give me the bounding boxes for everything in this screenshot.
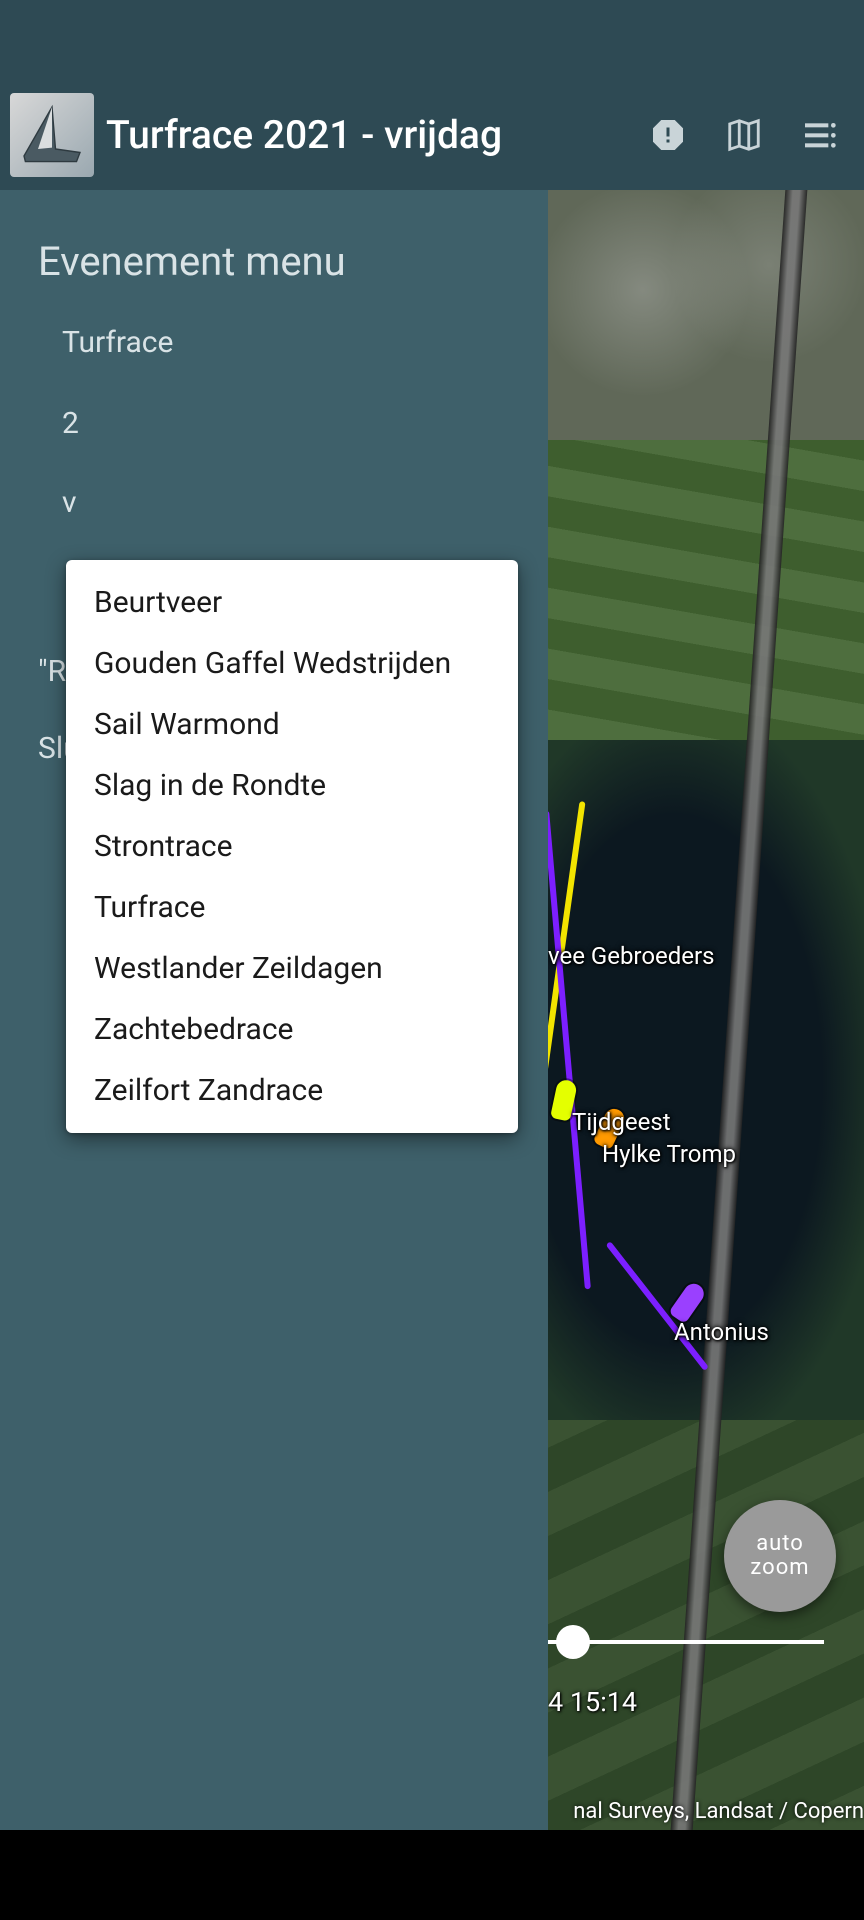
dropdown-item[interactable]: Strontrace bbox=[66, 816, 518, 877]
map-terrain bbox=[548, 190, 864, 440]
alert-octagon-icon bbox=[650, 117, 686, 153]
map-icon bbox=[725, 116, 763, 154]
status-bar bbox=[0, 0, 864, 80]
menu-button[interactable] bbox=[800, 115, 840, 155]
time-slider[interactable] bbox=[548, 1622, 824, 1662]
map-terrain bbox=[548, 440, 864, 740]
time-display: 4 15:14 bbox=[548, 1686, 637, 1718]
auto-zoom-label: zoom bbox=[750, 1556, 809, 1580]
sailboat-logo-icon bbox=[17, 100, 87, 170]
event-dropdown: Beurtveer Gouden Gaffel Wedstrijden Sail… bbox=[66, 560, 518, 1133]
dropdown-item[interactable]: Slag in de Rondte bbox=[66, 755, 518, 816]
menu-list-icon bbox=[800, 115, 840, 155]
dropdown-item[interactable]: Gouden Gaffel Wedstrijden bbox=[66, 633, 518, 694]
slider-thumb[interactable] bbox=[556, 1625, 590, 1659]
sidebar-day-line: v bbox=[0, 473, 548, 532]
dropdown-item[interactable]: Zachtebedrace bbox=[66, 999, 518, 1060]
sidebar-year-line: 2 bbox=[0, 394, 548, 453]
dropdown-item[interactable]: Beurtveer bbox=[66, 572, 518, 633]
nav-bar bbox=[0, 1830, 864, 1920]
auto-zoom-label: auto bbox=[756, 1532, 804, 1556]
app-logo bbox=[10, 93, 94, 177]
boat-label: Tijdgeest bbox=[572, 1108, 671, 1136]
dropdown-item[interactable]: Sail Warmond bbox=[66, 694, 518, 755]
event-selector-label[interactable]: Turfrace bbox=[0, 311, 548, 374]
map-canvas[interactable]: vee Gebroeders Tijdgeest Hylke Tromp Ant… bbox=[548, 190, 864, 1830]
app-bar: Turfrace 2021 - vrijdag bbox=[0, 80, 864, 190]
main-content: vee Gebroeders Tijdgeest Hylke Tromp Ant… bbox=[0, 190, 864, 1830]
map-attribution: nal Surveys, Landsat / Copern bbox=[573, 1799, 864, 1824]
boat-label: Antonius bbox=[674, 1318, 769, 1346]
dropdown-item[interactable]: Turfrace bbox=[66, 877, 518, 938]
dropdown-item[interactable]: Zeilfort Zandrace bbox=[66, 1060, 518, 1121]
sidebar-title: Evenement menu bbox=[0, 218, 548, 311]
alert-button[interactable] bbox=[648, 115, 688, 155]
page-title: Turfrace 2021 - vrijdag bbox=[106, 112, 648, 158]
boat-label: Hylke Tromp bbox=[602, 1140, 736, 1168]
map-button[interactable] bbox=[724, 115, 764, 155]
dropdown-item[interactable]: Westlander Zeildagen bbox=[66, 938, 518, 999]
auto-zoom-button[interactable]: auto zoom bbox=[724, 1500, 836, 1612]
boat-label: vee Gebroeders bbox=[548, 942, 715, 970]
app-actions bbox=[648, 115, 854, 155]
